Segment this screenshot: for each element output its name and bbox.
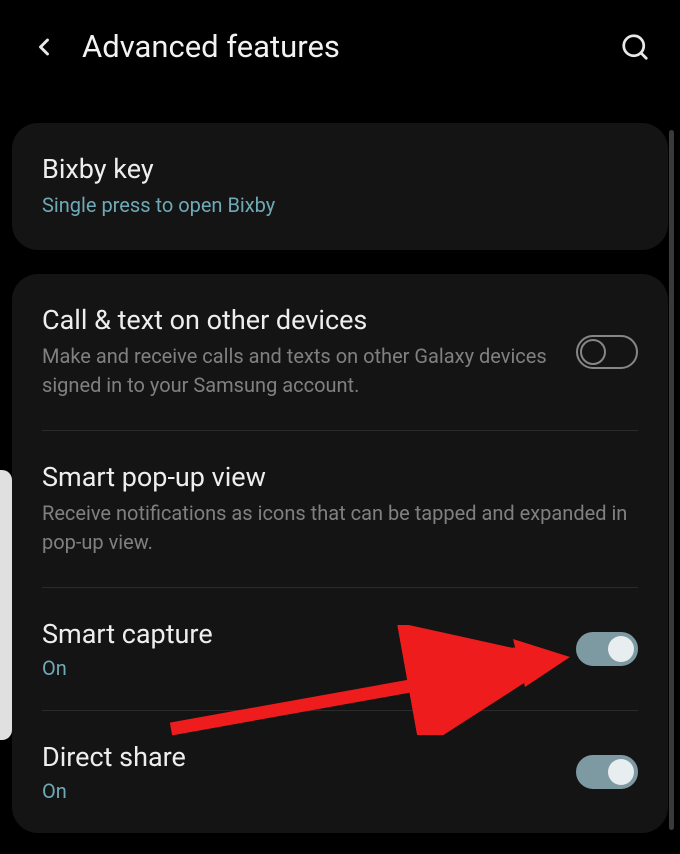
- card-bixby: Bixby key Single press to open Bixby: [12, 123, 668, 250]
- header: Advanced features: [0, 0, 680, 93]
- item-call-text[interactable]: Call & text on other devices Make and re…: [42, 274, 638, 430]
- item-smart-capture[interactable]: Smart capture On: [42, 587, 638, 710]
- bixby-subtitle: Single press to open Bixby: [42, 191, 638, 220]
- item-smart-popup[interactable]: Smart pop-up view Receive notifications …: [42, 430, 638, 587]
- content-area: Bixby key Single press to open Bixby Cal…: [0, 123, 680, 833]
- directshare-title: Direct share: [42, 741, 556, 773]
- item-bixby-key[interactable]: Bixby key Single press to open Bixby: [42, 123, 638, 250]
- popup-title: Smart pop-up view: [42, 461, 638, 493]
- page-title: Advanced features: [82, 28, 596, 65]
- bixby-title: Bixby key: [42, 153, 638, 185]
- search-icon[interactable]: [620, 32, 650, 62]
- capture-status: On: [42, 656, 556, 680]
- capture-title: Smart capture: [42, 618, 556, 650]
- directshare-status: On: [42, 779, 556, 803]
- scrollbar[interactable]: [669, 130, 674, 830]
- popup-subtitle: Receive notifications as icons that can …: [42, 499, 638, 557]
- calltext-title: Call & text on other devices: [42, 304, 556, 336]
- toggle-call-text[interactable]: [576, 335, 638, 369]
- toggle-smart-capture[interactable]: [576, 632, 638, 666]
- back-icon[interactable]: [30, 33, 58, 61]
- side-grab-handle[interactable]: [0, 470, 12, 740]
- toggle-direct-share[interactable]: [576, 755, 638, 789]
- item-direct-share[interactable]: Direct share On: [42, 710, 638, 833]
- card-main: Call & text on other devices Make and re…: [12, 274, 668, 833]
- calltext-subtitle: Make and receive calls and texts on othe…: [42, 342, 556, 400]
